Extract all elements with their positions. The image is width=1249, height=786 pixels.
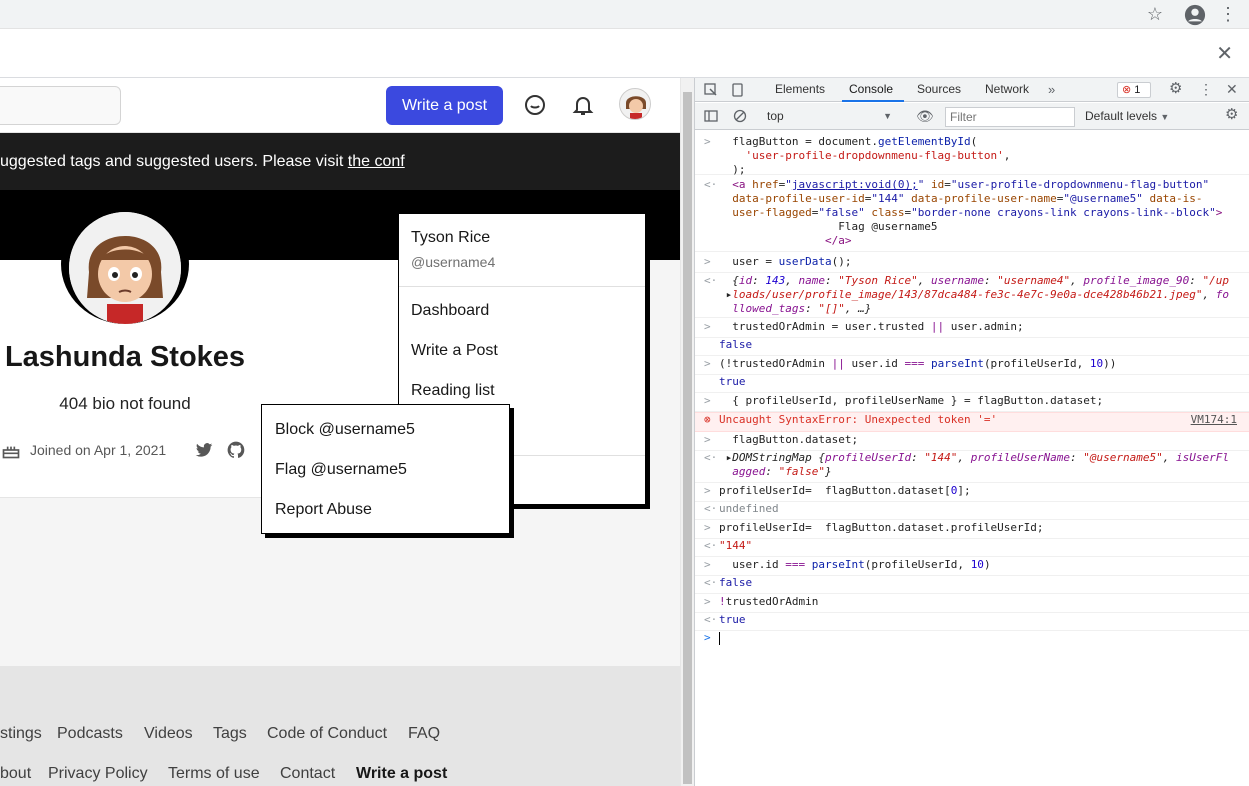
console-filter-input[interactable] (945, 107, 1075, 127)
kebab-menu-icon[interactable]: ⋮ (1218, 4, 1238, 24)
console-output-line: <· true (695, 613, 1249, 631)
console-input-line: > user = userData(); (695, 255, 1249, 273)
info-bar: ✕ (0, 30, 1249, 78)
footer-link-code-of-conduct[interactable]: Code of Conduct (267, 725, 387, 743)
console-input-line: > !trustedOrAdmin (695, 595, 1249, 613)
announcement-banner: uggested tags and suggested users. Pleas… (0, 133, 680, 190)
console-input-line: > trustedOrAdmin = user.trusted || user.… (695, 320, 1249, 338)
console-output-line: <· false (695, 576, 1249, 594)
log-levels-dropdown[interactable]: Default levels ▼ (1085, 109, 1169, 123)
console-error-line: ⊗ Uncaught SyntaxError: Unexpected token … (695, 412, 1249, 432)
account-circle-icon[interactable] (1184, 4, 1206, 26)
tab-elements[interactable]: Elements (775, 82, 825, 96)
banner-text: uggested tags and suggested users. Pleas… (0, 153, 348, 170)
console-input-line: > { profileUserId, profileUserName } = f… (695, 394, 1249, 412)
devtools-tab-bar: Elements Console Sources Network » ⊗ 1 ⚙… (695, 78, 1249, 102)
error-count: 1 (1134, 84, 1141, 96)
tab-sources[interactable]: Sources (917, 82, 961, 96)
block-user-button[interactable]: Block @username5 (275, 421, 415, 439)
site-footer: stings Podcasts Videos Tags Code of Cond… (0, 666, 680, 786)
context-label: top (767, 109, 784, 123)
tab-console[interactable]: Console (849, 82, 893, 96)
footer-link-videos[interactable]: Videos (144, 725, 193, 743)
write-post-button[interactable]: Write a post (386, 86, 503, 125)
profile-name: Lashunda Stokes (4, 341, 246, 373)
footer-link-podcasts[interactable]: Podcasts (57, 725, 123, 743)
console-input-line: > (!trustedOrAdmin || user.id === parseIn… (695, 357, 1249, 375)
github-icon[interactable] (226, 440, 246, 460)
flag-user-button[interactable]: Flag @username5 (275, 461, 407, 479)
console-settings-gear-icon[interactable]: ⚙ (1225, 107, 1238, 122)
report-abuse-button[interactable]: Report Abuse (275, 501, 372, 519)
console-input-line: > flagButton = document.getElementById( … (695, 135, 1249, 176)
star-icon[interactable]: ☆ (1145, 4, 1165, 24)
text-caret (719, 632, 720, 645)
console-output-line: true (695, 375, 1249, 393)
profile-actions-dropdown: Block @username5 Flag @username5 Report … (261, 404, 510, 534)
address-bar[interactable] (0, 0, 1133, 27)
footer-link-terms-of-use[interactable]: Terms of use (168, 765, 260, 783)
console-output-line: <· {id: 143, name: "Tyson Rice", usernam… (695, 274, 1249, 318)
console-input-line: > profileUserId= flagButton.dataset[0]; (695, 484, 1249, 502)
chat-icon[interactable] (523, 93, 547, 117)
twitter-icon[interactable] (194, 440, 214, 460)
error-source-link[interactable]: VM174:1 (1191, 413, 1237, 426)
levels-label: Default levels (1085, 109, 1158, 123)
scrollbar-thumb[interactable] (683, 92, 692, 784)
footer-link-faq[interactable]: FAQ (408, 725, 440, 743)
footer-link-about[interactable]: bout (0, 765, 31, 783)
footer-link-tags[interactable]: Tags (213, 725, 247, 743)
console-input-line: > user.id === parseInt(profileUserId, 10… (695, 558, 1249, 576)
devtools-panel: Elements Console Sources Network » ⊗ 1 ⚙… (695, 78, 1249, 786)
user-avatar[interactable] (619, 88, 651, 120)
context-selector[interactable]: top ▼ (761, 108, 896, 126)
menu-item-dashboard[interactable]: Dashboard (411, 302, 489, 320)
close-devtools-icon[interactable]: ✕ (1226, 82, 1238, 96)
footer-link-write-a-post[interactable]: Write a post (356, 765, 447, 783)
footer-link-listings[interactable]: stings (0, 725, 42, 743)
browser-toolbar: ☆ ⋮ (0, 0, 1249, 29)
console-output-line: false (695, 338, 1249, 356)
console-prompt[interactable]: > (695, 631, 1249, 649)
footer-link-contact[interactable]: Contact (280, 765, 335, 783)
console-toolbar: top▼ 👁 Default levels ▼ ⚙ (695, 103, 1249, 130)
profile-avatar (61, 204, 189, 324)
active-tab-indicator (842, 100, 904, 102)
console-input-line: > profileUserId= flagButton.dataset.profi… (695, 521, 1249, 539)
joined-date: Joined on Apr 1, 2021 (30, 442, 167, 458)
device-toolbar-icon[interactable] (731, 83, 745, 100)
dropdown-divider (399, 286, 645, 287)
menu-item-write-a-post[interactable]: Write a Post (411, 342, 498, 360)
dropdown-user-name[interactable]: Tyson Rice (411, 229, 490, 247)
console-output-line: <· undefined (695, 502, 1249, 520)
menu-item-reading-list[interactable]: Reading list (411, 382, 495, 400)
footer-link-privacy-policy[interactable]: Privacy Policy (48, 765, 148, 783)
profile-bio: 404 bio not found (59, 394, 191, 413)
close-icon[interactable]: ✕ (1216, 44, 1233, 64)
cake-icon (2, 446, 20, 459)
sidebar-toggle-icon[interactable] (704, 109, 718, 126)
inspect-element-icon[interactable] (704, 83, 718, 100)
console-output-line: <· ▸DOMStringMap {profileUserId: "144", … (695, 451, 1249, 483)
settings-gear-icon[interactable]: ⚙ (1169, 81, 1182, 96)
page-scrollbar[interactable] (680, 78, 694, 786)
dropdown-user-handle: @username4 (411, 254, 496, 270)
console-output-line: <· "144" (695, 539, 1249, 557)
site-header: Write a post (0, 78, 680, 133)
bell-icon[interactable] (571, 93, 595, 117)
error-count-badge[interactable]: ⊗ 1 (1117, 82, 1151, 98)
console-output: > flagButton = document.getElementById( … (695, 131, 1249, 786)
more-tabs-icon[interactable]: » (1048, 83, 1055, 97)
tab-network[interactable]: Network (985, 82, 1029, 96)
devtools-menu-icon[interactable]: ⋮ (1199, 82, 1213, 96)
banner-link[interactable]: the conf (348, 153, 405, 170)
search-input[interactable] (0, 86, 121, 125)
web-page: Write a post uggested tags and suggested… (0, 78, 680, 786)
eye-icon[interactable]: 👁 (916, 109, 934, 123)
console-input-line: > flagButton.dataset; (695, 433, 1249, 451)
clear-console-icon[interactable] (733, 109, 747, 126)
console-output-line: <· <a href="javascript:void(0);" id="use… (695, 178, 1249, 252)
